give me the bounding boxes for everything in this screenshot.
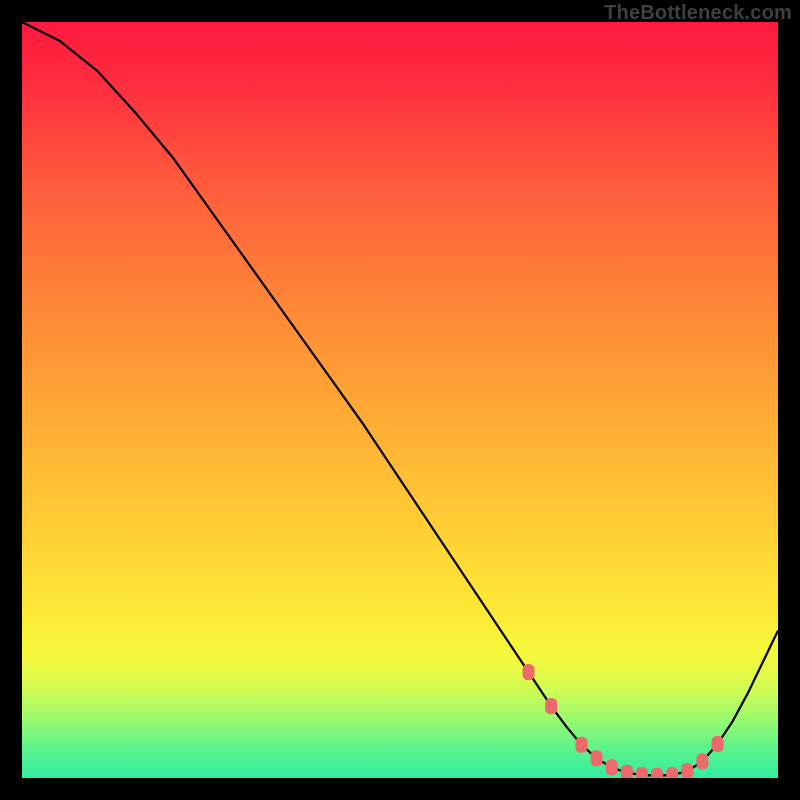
plot-area xyxy=(22,22,778,778)
marker-dot xyxy=(666,767,678,778)
marker-dot xyxy=(591,750,603,766)
bottleneck-curve xyxy=(22,22,778,776)
marker-dot xyxy=(712,736,724,752)
chart-container: TheBottleneck.com xyxy=(0,0,800,800)
marker-dot xyxy=(523,664,535,680)
marker-dot xyxy=(696,753,708,769)
marker-dot xyxy=(545,698,557,714)
marker-dot xyxy=(636,767,648,778)
marker-dot xyxy=(621,765,633,778)
marker-dot xyxy=(651,768,663,778)
marker-dot xyxy=(606,759,618,775)
marker-group xyxy=(523,664,724,778)
curve-svg xyxy=(22,22,778,778)
watermark-text: TheBottleneck.com xyxy=(604,2,792,25)
marker-dot xyxy=(681,763,693,778)
marker-dot xyxy=(575,737,587,753)
